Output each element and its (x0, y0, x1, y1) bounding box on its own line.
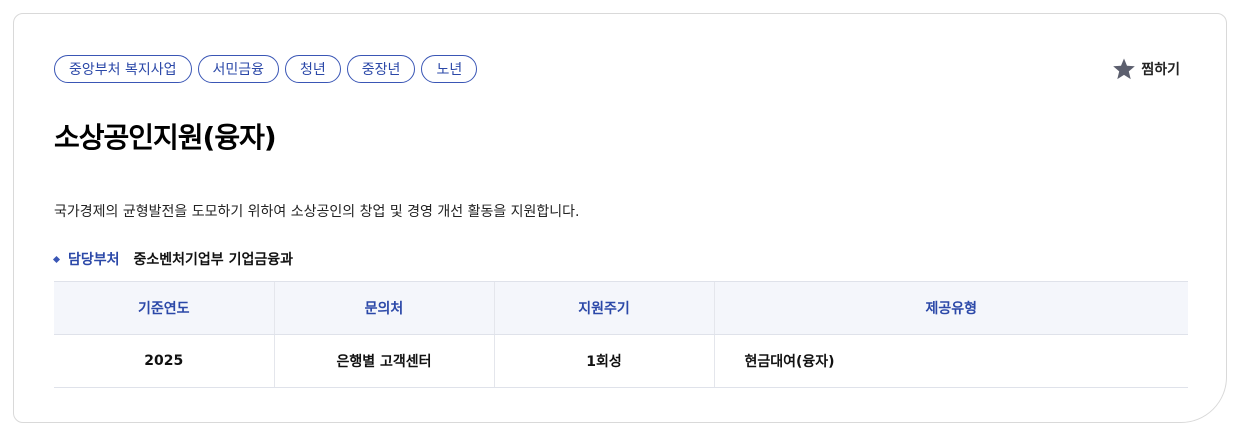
program-description: 국가경제의 균형발전을 도모하기 위하여 소상공인의 창업 및 경영 개선 활동… (54, 204, 580, 220)
tag-elderly[interactable]: 노년 (421, 55, 478, 83)
tag-central-welfare[interactable]: 중앙부처 복지사업 (54, 55, 192, 83)
table-row: 2025 은행별 고객센터 1회성 현금대여(융자) (54, 334, 1188, 388)
star-icon (1113, 58, 1136, 80)
tag-finance[interactable]: 서민금융 (197, 55, 280, 83)
cell-contact: 은행별 고객센터 (273, 334, 494, 388)
header-provision-type: 제공유형 (713, 281, 1188, 335)
department-label: 담당부처 (68, 252, 120, 268)
favorite-label: 찜하기 (1141, 62, 1180, 78)
bullet-icon (52, 255, 61, 263)
cell-support-cycle: 1회성 (493, 334, 714, 388)
info-table: 기준연도 문의처 지원주기 제공유형 2025 은행별 고객센터 1회성 현금대… (54, 281, 1188, 388)
table-header-row: 기준연도 문의처 지원주기 제공유형 (54, 281, 1188, 335)
header-base-year: 기준연도 (54, 281, 274, 335)
header-support-cycle: 지원주기 (493, 281, 714, 335)
tag-middle-age[interactable]: 중장년 (346, 55, 416, 83)
department-info: 담당부처 중소벤처기업부 기업금융과 (52, 249, 293, 269)
cell-base-year: 2025 (54, 334, 274, 388)
cell-provision-type: 현금대여(융자) (713, 334, 1188, 388)
header-contact: 문의처 (273, 281, 494, 335)
page-title: 소상공인지원(융자) (54, 121, 277, 154)
department-value: 중소벤처기업부 기업금융과 (133, 252, 293, 268)
category-tags: 중앙부처 복지사업 서민금융 청년 중장년 노년 (54, 55, 478, 83)
favorite-button[interactable]: 찜하기 (1112, 57, 1180, 81)
tag-youth[interactable]: 청년 (285, 55, 341, 83)
